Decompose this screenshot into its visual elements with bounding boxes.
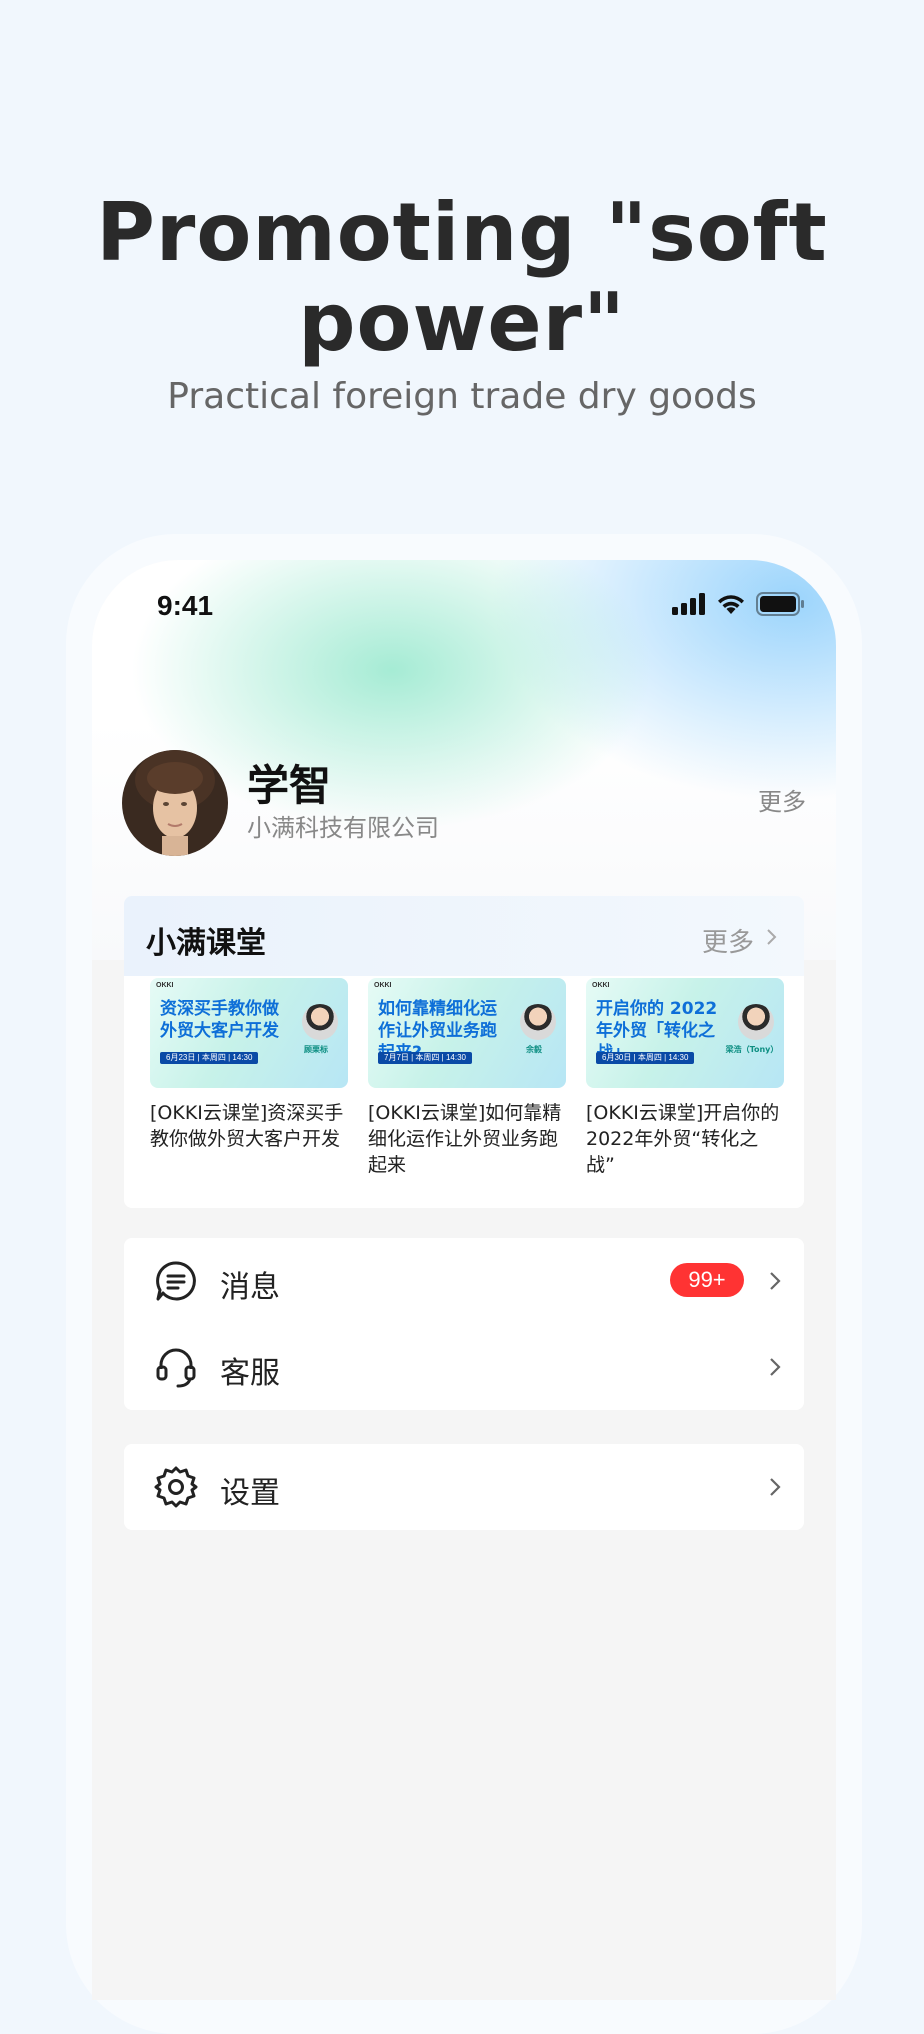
thumb-headline: 资深买手教你做外贸大客户开发 [160, 999, 279, 1041]
chevron-right-icon[interactable] [766, 928, 778, 946]
profile-name: 学智 [247, 761, 332, 810]
speaker-name: 梁浩（Tony） [725, 1045, 779, 1054]
thumb-date: 7月7日 | 本周四 | 14:30 [378, 1052, 472, 1064]
course-more-link[interactable]: 更多 [702, 922, 754, 959]
message-icon [156, 1261, 196, 1301]
headset-icon [156, 1348, 196, 1388]
chevron-right-icon [770, 1358, 781, 1376]
phone-screen: 9:41 学智 小满科技有限公司 更多 小满课堂 更多 OKKI 资深买手教你做… [92, 560, 836, 2000]
course-caption: [OKKI云课堂]资深买手教你做外贸大客户开发 [150, 1102, 344, 1150]
menu-label-messages: 消息 [220, 1270, 280, 1305]
menu-item-service[interactable]: 客服 [124, 1324, 804, 1410]
course-item[interactable]: OKKI 如何靠精细化运作让外贸业务跑起来? 7月7日 | 本周四 | 14:3… [368, 978, 566, 1178]
course-thumbnail: OKKI 资深买手教你做外贸大客户开发 6月23日 | 本周四 | 14:30 … [150, 978, 348, 1088]
chevron-right-icon [770, 1478, 781, 1496]
thumb-date: 6月23日 | 本周四 | 14:30 [160, 1052, 259, 1064]
menu-label-settings: 设置 [220, 1476, 280, 1511]
course-item[interactable]: OKKI 资深买手教你做外贸大客户开发 6月23日 | 本周四 | 14:30 … [150, 978, 348, 1152]
menu-item-messages[interactable]: 消息 99+ [124, 1238, 804, 1324]
signal-icon [672, 593, 705, 615]
avatar[interactable] [122, 750, 228, 856]
speaker-photo [520, 1004, 556, 1040]
status-time: 9:41 [157, 590, 214, 621]
profile-more-link[interactable]: 更多 [758, 782, 806, 817]
menu-card-settings: 设置 [124, 1444, 804, 1530]
speaker-name: 顾栗标 [304, 1045, 328, 1054]
speaker-photo [302, 1004, 338, 1040]
course-caption: [OKKI云课堂]如何靠精细化运作让外贸业务跑起来 [368, 1102, 562, 1176]
course-caption: [OKKI云课堂]开启你的2022年外贸“转化之战” [586, 1102, 780, 1176]
menu-card-main: 消息 99+ 客服 [124, 1238, 804, 1410]
menu-label-service: 客服 [220, 1356, 280, 1391]
speaker-photo [738, 1004, 774, 1040]
wifi-icon [718, 595, 744, 614]
thumb-logo: OKKI [156, 982, 174, 989]
course-item[interactable]: OKKI 开启你的 2022年外贸「转化之战」 6月30日 | 本周四 | 14… [586, 978, 784, 1178]
course-thumbnail: OKKI 如何靠精细化运作让外贸业务跑起来? 7月7日 | 本周四 | 14:3… [368, 978, 566, 1088]
thumb-logo: OKKI [374, 982, 392, 989]
gear-icon [154, 1466, 198, 1508]
chevron-right-icon [770, 1272, 781, 1290]
unread-badge: 99+ [670, 1263, 744, 1297]
menu-item-settings[interactable]: 设置 [124, 1444, 804, 1530]
course-card: 小满课堂 更多 OKKI 资深买手教你做外贸大客户开发 6月23日 | 本周四 … [124, 896, 804, 1208]
hero-title: Promoting "soft power" [96, 186, 828, 369]
thumb-date: 6月30日 | 本周四 | 14:30 [596, 1052, 695, 1064]
course-title: 小满课堂 [146, 926, 266, 961]
battery-icon [756, 592, 804, 616]
hero-subtitle: Practical foreign trade dry goods [167, 376, 757, 417]
avatar-portrait [122, 750, 228, 856]
course-thumbnail: OKKI 开启你的 2022年外贸「转化之战」 6月30日 | 本周四 | 14… [586, 978, 784, 1088]
thumb-logo: OKKI [592, 982, 610, 989]
speaker-name: 余毅 [526, 1045, 542, 1054]
status-icons [672, 592, 806, 616]
profile-company: 小满科技有限公司 [247, 814, 439, 842]
